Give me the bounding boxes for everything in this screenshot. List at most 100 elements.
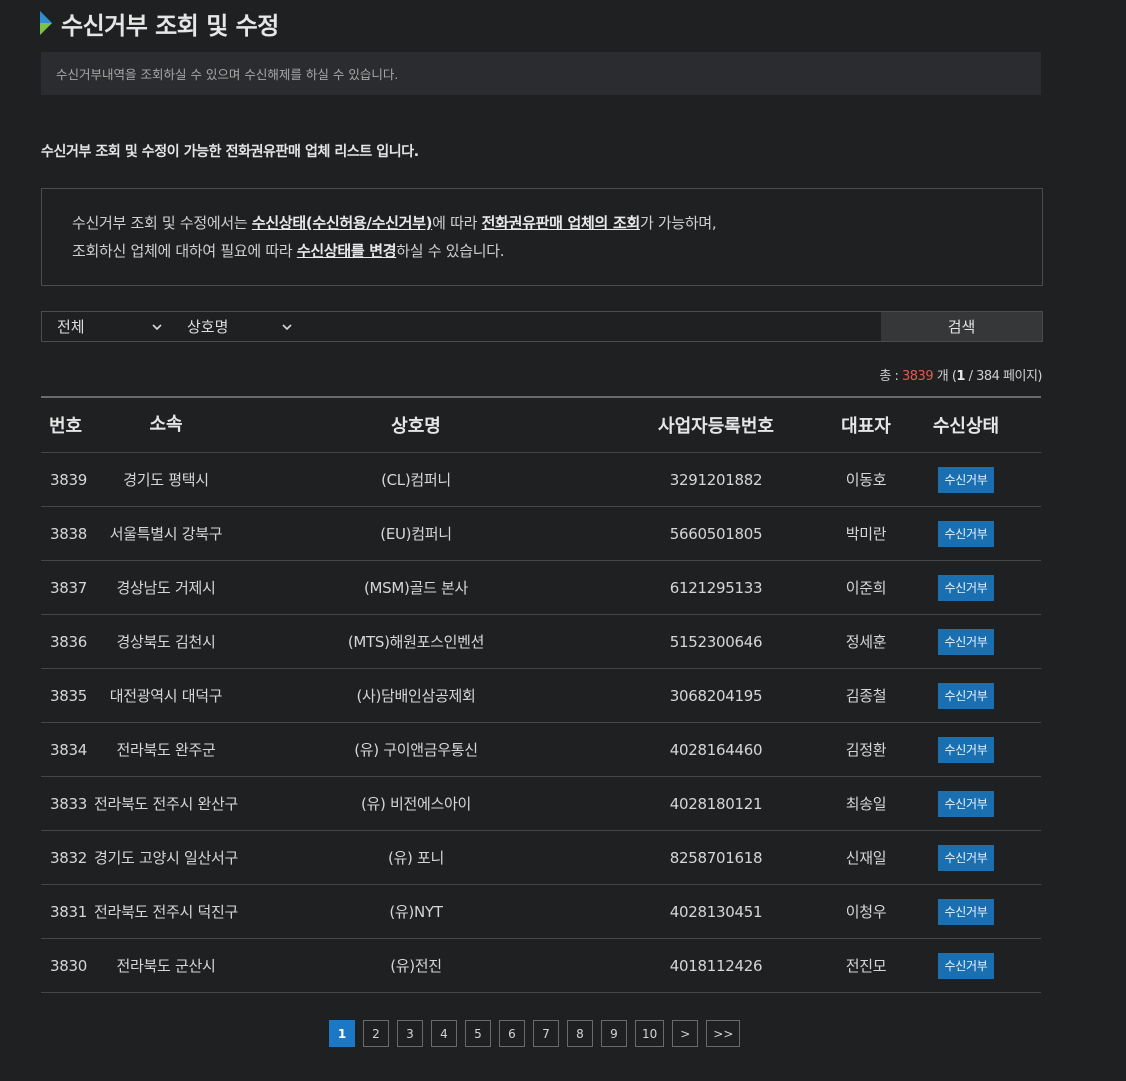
row-business-number: 5152300646 (669, 632, 763, 651)
reception-status-button[interactable]: 수신거부 (937, 682, 995, 709)
reception-status-button[interactable]: 수신거부 (937, 520, 995, 547)
title-row: 수신거부 조회 및 수정 (40, 6, 279, 40)
row-company-name: (EU)컴퍼니 (380, 525, 452, 543)
row-company-name: (유)NYT (389, 903, 443, 921)
row-region: 전라북도 전주시 덕진구 (94, 902, 238, 921)
reception-status-button[interactable]: 수신거부 (937, 574, 995, 601)
row-company-name: (유) 구이앤금우통신 (354, 741, 478, 759)
page-1-button[interactable]: 1 (329, 1020, 355, 1047)
title-marker-icon (40, 11, 52, 35)
row-status-cell: 수신거부 (891, 736, 1041, 763)
table-row[interactable]: 3832 경기도 고양시 일산서구 (유) 포니 8258701618 신재일 수신거부 (41, 831, 1041, 885)
row-number: 3831 (50, 902, 87, 921)
row-representative: 이청우 (845, 903, 887, 921)
company-table: 번호 소속 상호명 사업자등록번호 대표자 수신상태 3839 경기도 평택시 (C… (41, 396, 1041, 993)
region-filter-value: 전체 (57, 318, 85, 336)
row-representative: 최송일 (845, 795, 887, 813)
table-row[interactable]: 3837 경상남도 거제시 (MSM)골드 본사 6121295133 이준희 수신거부 (41, 561, 1041, 615)
header-representative: 대표자 (841, 416, 891, 437)
row-status-cell: 수신거부 (891, 628, 1041, 655)
row-status-cell: 수신거부 (891, 898, 1041, 925)
table-row[interactable]: 3830 전라북도 군산시 (유)전진 4018112426 전진모 수신거부 (41, 939, 1041, 993)
page: 수신거부 조회 및 수정 수신거부내역을 조회하실 수 있으며 수신해제를 하실… (0, 0, 1126, 1081)
table-row[interactable]: 3831 전라북도 전주시 덕진구 (유)NYT 4028130451 이청우 수신거부 (41, 885, 1041, 939)
table-row[interactable]: 3839 경기도 평택시 (CL)컴퍼니 3291201882 이동호 수신거부 (41, 453, 1041, 507)
total-label: 총 : (879, 369, 903, 384)
page-6-button[interactable]: 6 (499, 1020, 525, 1047)
notice-text: 하실 수 있습니다. (396, 242, 505, 260)
table-row[interactable]: 3835 대전광역시 대덕구 (사)담배인삼공제회 3068204195 김종철 수신거부 (41, 669, 1041, 723)
row-status-cell: 수신거부 (891, 574, 1041, 601)
row-number: 3832 (50, 848, 87, 867)
search-field-select[interactable]: 상호명 (172, 312, 302, 341)
chevron-down-icon (152, 323, 162, 330)
page-5-button[interactable]: 5 (465, 1020, 491, 1047)
row-business-number: 4028180121 (669, 794, 763, 813)
row-number: 3839 (50, 470, 87, 489)
row-business-number: 4018112426 (669, 956, 763, 975)
row-business-number: 4028164460 (669, 740, 763, 759)
search-button[interactable]: 검색 (881, 312, 1042, 341)
row-number: 3834 (50, 740, 87, 759)
page-7-button[interactable]: 7 (533, 1020, 559, 1047)
table-header: 번호 소속 상호명 사업자등록번호 대표자 수신상태 (41, 398, 1041, 453)
table-row[interactable]: 3834 전라북도 완주군 (유) 구이앤금우통신 4028164460 김정환 수신거부 (41, 723, 1041, 777)
reception-status-button[interactable]: 수신거부 (937, 790, 995, 817)
notice-text: 가 가능하며, (639, 214, 717, 232)
row-company-name: (MSM)골드 본사 (363, 579, 469, 597)
row-region: 서울특별시 강북구 (109, 524, 223, 543)
page-8-button[interactable]: 8 (567, 1020, 593, 1047)
search-input[interactable] (302, 312, 881, 341)
row-region: 경상남도 거제시 (116, 578, 216, 597)
row-company-name: (CL)컴퍼니 (381, 471, 451, 489)
row-number: 3837 (50, 578, 87, 597)
header-no: 번호 (49, 416, 83, 437)
notice-emphasis: 전화권유판매 업체의 조회 (481, 214, 641, 232)
search-bar: 전체 상호명 검색 (41, 311, 1043, 342)
last-page-button[interactable]: >> (706, 1020, 741, 1047)
next-page-button[interactable]: > (672, 1020, 699, 1047)
row-region: 전라북도 군산시 (116, 956, 216, 975)
row-region: 전라북도 전주시 완산구 (94, 794, 238, 813)
row-representative: 이동호 (845, 471, 887, 489)
page-3-button[interactable]: 3 (397, 1020, 423, 1047)
reception-status-button[interactable]: 수신거부 (937, 898, 995, 925)
page-2-button[interactable]: 2 (363, 1020, 389, 1047)
notice-text: 수신거부 조회 및 수정에서는 (72, 214, 252, 232)
total-pages-label: / 384 페이지) (964, 369, 1043, 384)
total-count: 총 : 3839 개 (1 / 384 페이지) (879, 365, 1042, 384)
row-status-cell: 수신거부 (891, 682, 1041, 709)
reception-status-button[interactable]: 수신거부 (937, 844, 995, 871)
row-representative: 전진모 (845, 957, 887, 975)
page-9-button[interactable]: 9 (601, 1020, 627, 1047)
row-business-number: 4028130451 (669, 902, 763, 921)
reception-status-button[interactable]: 수신거부 (937, 952, 995, 979)
page-10-button[interactable]: 10 (635, 1020, 665, 1047)
row-status-cell: 수신거부 (891, 844, 1041, 871)
reception-status-button[interactable]: 수신거부 (937, 736, 995, 763)
row-company-name: (유) 비전에스아이 (360, 795, 472, 813)
table-row[interactable]: 3836 경상북도 김천시 (MTS)해원포스인벤션 5152300646 정세훈 수신거… (41, 615, 1041, 669)
header-region: 소속 (149, 414, 183, 435)
row-representative: 박미란 (845, 525, 887, 543)
reception-status-button[interactable]: 수신거부 (937, 466, 995, 493)
region-filter-select[interactable]: 전체 (42, 312, 172, 341)
row-representative: 신재일 (845, 849, 887, 867)
row-business-number: 3291201882 (669, 470, 763, 489)
table-row[interactable]: 3833 전라북도 전주시 완산구 (유) 비전에스아이 4028180121 최송일 수… (41, 777, 1041, 831)
page-4-button[interactable]: 4 (431, 1020, 457, 1047)
row-company-name: (MTS)해원포스인벤션 (347, 633, 485, 651)
header-business-number: 사업자등록번호 (658, 416, 774, 437)
notice-line-1: 수신거부 조회 및 수정에서는 수신상태(수신허용/수신거부)에 따라 전화권유… (72, 209, 1012, 237)
row-number: 3838 (50, 524, 87, 543)
reception-status-button[interactable]: 수신거부 (937, 628, 995, 655)
row-representative: 김종철 (845, 687, 887, 705)
row-status-cell: 수신거부 (891, 952, 1041, 979)
row-region: 경기도 평택시 (123, 470, 209, 489)
row-company-name: (유)전진 (390, 957, 442, 975)
total-label: 개 ( (933, 369, 957, 384)
row-business-number: 8258701618 (669, 848, 763, 867)
table-row[interactable]: 3838 서울특별시 강북구 (EU)컴퍼니 5660501805 박미란 수신거부 (41, 507, 1041, 561)
notice-emphasis: 수신상태(수신허용/수신거부) (251, 214, 433, 232)
row-status-cell: 수신거부 (891, 466, 1041, 493)
